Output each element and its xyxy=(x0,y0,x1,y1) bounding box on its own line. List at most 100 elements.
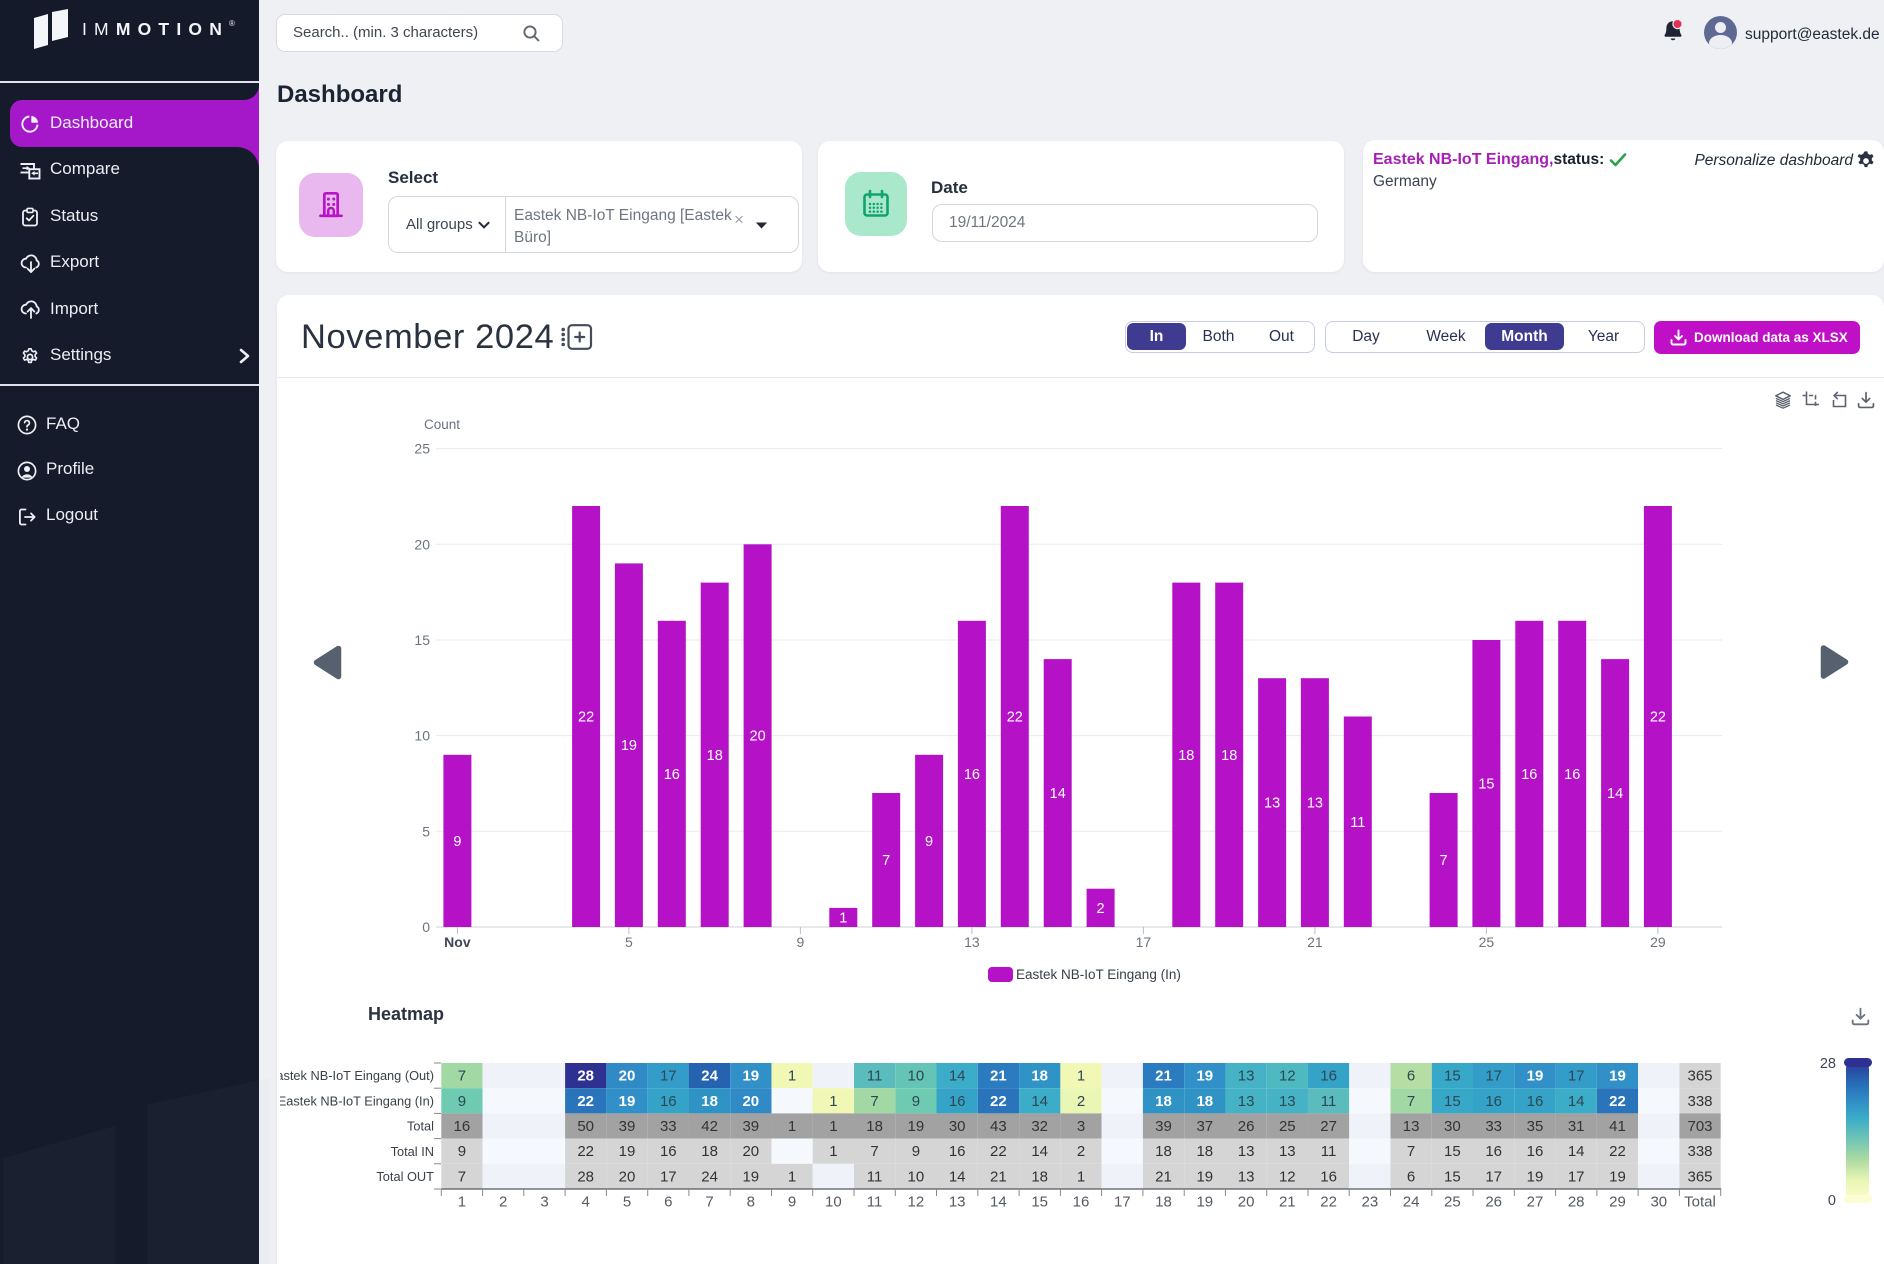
svg-text:14: 14 xyxy=(1568,1143,1585,1160)
svg-text:28: 28 xyxy=(577,1068,594,1085)
svg-text:9: 9 xyxy=(925,834,933,850)
svg-text:16: 16 xyxy=(1073,1194,1090,1211)
svg-text:22: 22 xyxy=(1609,1093,1626,1110)
svg-text:17: 17 xyxy=(1114,1194,1131,1211)
svg-text:15: 15 xyxy=(1478,777,1494,793)
svg-text:18: 18 xyxy=(1178,748,1194,764)
svg-text:13: 13 xyxy=(1279,1093,1296,1110)
svg-text:19: 19 xyxy=(1196,1168,1213,1185)
svg-text:338: 338 xyxy=(1687,1143,1712,1160)
svg-text:1: 1 xyxy=(458,1194,466,1211)
svg-text:18: 18 xyxy=(707,748,723,764)
svg-text:11: 11 xyxy=(1350,815,1365,831)
svg-text:13: 13 xyxy=(1238,1143,1255,1160)
svg-text:20: 20 xyxy=(1238,1194,1255,1211)
svg-text:1: 1 xyxy=(788,1118,796,1135)
svg-text:1: 1 xyxy=(829,1143,837,1160)
svg-text:19: 19 xyxy=(621,738,637,754)
svg-text:16: 16 xyxy=(1485,1143,1502,1160)
svg-text:32: 32 xyxy=(1031,1118,1048,1135)
svg-text:39: 39 xyxy=(619,1118,636,1135)
svg-text:15: 15 xyxy=(1444,1143,1461,1160)
svg-text:1: 1 xyxy=(1077,1068,1085,1085)
svg-text:20: 20 xyxy=(742,1143,759,1160)
svg-text:9: 9 xyxy=(453,834,461,850)
svg-text:16: 16 xyxy=(1521,767,1537,783)
svg-text:13: 13 xyxy=(1403,1118,1420,1135)
svg-text:30: 30 xyxy=(1650,1194,1667,1211)
svg-text:Nov: Nov xyxy=(444,934,471,950)
svg-text:15: 15 xyxy=(1444,1168,1461,1185)
svg-text:365: 365 xyxy=(1687,1068,1712,1085)
svg-text:14: 14 xyxy=(1050,786,1066,802)
svg-text:18: 18 xyxy=(1155,1143,1172,1160)
svg-text:16: 16 xyxy=(660,1093,677,1110)
svg-text:22: 22 xyxy=(1609,1143,1626,1160)
svg-text:20: 20 xyxy=(414,536,430,552)
svg-text:39: 39 xyxy=(742,1118,759,1135)
svg-text:21: 21 xyxy=(1155,1068,1172,1085)
svg-text:21: 21 xyxy=(990,1068,1007,1085)
svg-text:23: 23 xyxy=(1362,1194,1379,1211)
svg-text:2: 2 xyxy=(1097,901,1105,917)
svg-text:16: 16 xyxy=(1527,1093,1544,1110)
svg-text:18: 18 xyxy=(1031,1168,1048,1185)
svg-text:18: 18 xyxy=(701,1093,718,1110)
svg-text:15: 15 xyxy=(1444,1093,1461,1110)
svg-text:5: 5 xyxy=(623,1194,631,1211)
svg-text:16: 16 xyxy=(1527,1143,1544,1160)
svg-text:20: 20 xyxy=(619,1068,636,1085)
svg-text:18: 18 xyxy=(866,1118,883,1135)
svg-text:Eastek NB-IoT Eingang (Out): Eastek NB-IoT Eingang (Out) xyxy=(277,1068,434,1083)
svg-text:19: 19 xyxy=(1196,1194,1213,1211)
svg-text:17: 17 xyxy=(1485,1168,1502,1185)
svg-text:17: 17 xyxy=(1568,1068,1585,1085)
svg-text:Total IN: Total IN xyxy=(391,1144,434,1159)
svg-text:29: 29 xyxy=(1650,934,1666,950)
svg-text:16: 16 xyxy=(1564,767,1580,783)
svg-text:16: 16 xyxy=(1320,1168,1337,1185)
svg-text:7: 7 xyxy=(882,853,890,869)
svg-text:21: 21 xyxy=(1279,1194,1296,1211)
svg-text:20: 20 xyxy=(750,729,766,745)
svg-text:18: 18 xyxy=(1196,1143,1213,1160)
svg-text:14: 14 xyxy=(1031,1093,1048,1110)
svg-text:22: 22 xyxy=(1650,710,1666,726)
svg-text:14: 14 xyxy=(1031,1143,1048,1160)
svg-text:37: 37 xyxy=(1196,1118,1213,1135)
svg-text:2: 2 xyxy=(499,1194,507,1211)
svg-text:13: 13 xyxy=(964,934,980,950)
svg-text:1: 1 xyxy=(829,1118,837,1135)
svg-text:13: 13 xyxy=(1307,796,1323,812)
svg-text:9: 9 xyxy=(912,1093,920,1110)
svg-text:7: 7 xyxy=(705,1194,713,1211)
svg-text:10: 10 xyxy=(908,1168,925,1185)
svg-text:20: 20 xyxy=(619,1168,636,1185)
svg-text:19: 19 xyxy=(1609,1168,1626,1185)
svg-text:19: 19 xyxy=(1527,1168,1544,1185)
svg-text:13: 13 xyxy=(1264,796,1280,812)
svg-text:29: 29 xyxy=(1609,1194,1626,1211)
svg-text:33: 33 xyxy=(1485,1118,1502,1135)
svg-text:7: 7 xyxy=(1440,853,1448,869)
svg-text:14: 14 xyxy=(1607,786,1623,802)
svg-text:7: 7 xyxy=(1407,1093,1415,1110)
svg-text:17: 17 xyxy=(660,1068,677,1085)
svg-text:365: 365 xyxy=(1687,1168,1712,1185)
svg-text:12: 12 xyxy=(1279,1068,1296,1085)
svg-text:22: 22 xyxy=(577,1093,594,1110)
svg-text:18: 18 xyxy=(1196,1093,1213,1110)
svg-text:22: 22 xyxy=(1007,710,1023,726)
svg-text:7: 7 xyxy=(870,1143,878,1160)
svg-text:10: 10 xyxy=(908,1068,925,1085)
svg-text:Total: Total xyxy=(1684,1194,1716,1211)
svg-text:19: 19 xyxy=(1527,1068,1544,1085)
svg-text:8: 8 xyxy=(747,1194,755,1211)
svg-text:42: 42 xyxy=(701,1118,718,1135)
svg-text:9: 9 xyxy=(458,1093,466,1110)
svg-text:18: 18 xyxy=(1221,748,1237,764)
svg-text:21: 21 xyxy=(1307,934,1323,950)
svg-text:9: 9 xyxy=(797,934,805,950)
svg-text:22: 22 xyxy=(1320,1194,1337,1211)
svg-text:25: 25 xyxy=(414,441,430,457)
